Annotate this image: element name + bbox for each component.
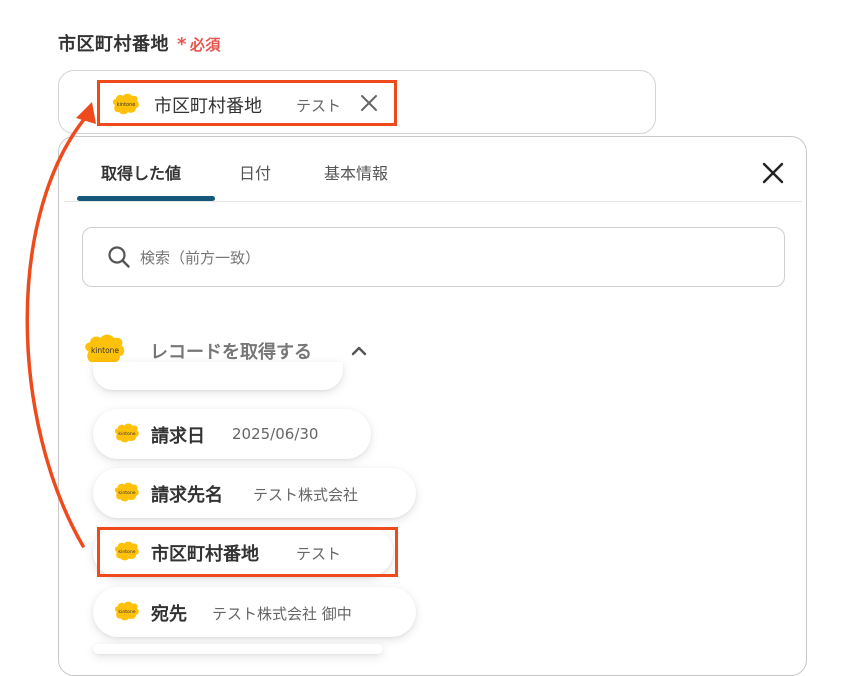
annotation-arrow xyxy=(25,102,96,548)
